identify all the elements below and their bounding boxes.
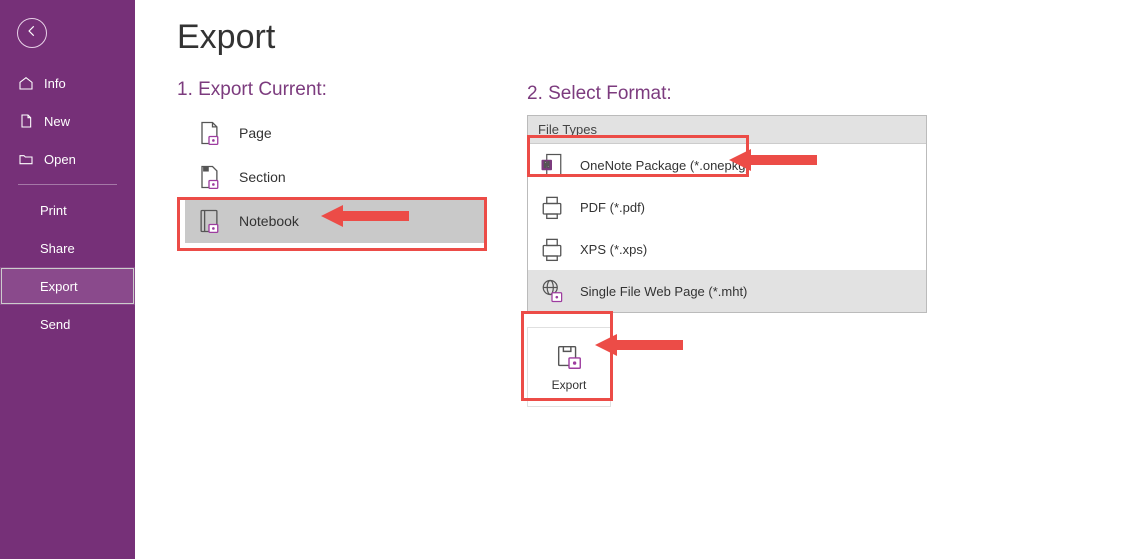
sidebar-item-label: Print	[40, 203, 67, 218]
new-icon	[18, 113, 34, 129]
export-icon	[554, 342, 584, 372]
sidebar-item-label: Export	[40, 279, 78, 294]
pdf-icon	[538, 193, 566, 221]
sidebar-item-export[interactable]: Export	[0, 267, 135, 305]
svg-text:N: N	[544, 161, 550, 170]
onenote-package-icon: N	[538, 151, 566, 179]
sidebar-item-send[interactable]: Send	[0, 305, 135, 343]
export-current-page[interactable]: Page	[185, 111, 487, 155]
sidebar-item-info[interactable]: Info	[0, 64, 135, 102]
export-current-heading: 1. Export Current:	[177, 79, 487, 101]
xps-icon	[538, 235, 566, 263]
sidebar-item-open[interactable]: Open	[0, 140, 135, 178]
export-item-label: Page	[239, 125, 272, 141]
sidebar-divider	[18, 184, 117, 185]
export-button[interactable]: Export	[527, 327, 611, 407]
format-label: PDF (*.pdf)	[580, 200, 645, 215]
export-button-label: Export	[552, 378, 587, 392]
format-label: XPS (*.xps)	[580, 242, 647, 257]
sidebar-item-share[interactable]: Share	[0, 229, 135, 267]
backstage-sidebar: Info New Open Print Share Export Send	[0, 0, 135, 559]
notebook-icon	[195, 207, 223, 235]
select-format-heading: 2. Select Format:	[527, 83, 927, 105]
file-types-label: File Types	[528, 116, 926, 144]
back-arrow-icon	[25, 24, 39, 43]
section-icon	[195, 163, 223, 191]
open-icon	[18, 151, 34, 167]
format-pdf[interactable]: PDF (*.pdf)	[528, 186, 926, 228]
export-current-section[interactable]: Section	[185, 155, 487, 199]
page-title: Export	[177, 18, 1108, 57]
back-button[interactable]	[17, 18, 47, 48]
format-mht[interactable]: Single File Web Page (*.mht)	[528, 270, 926, 312]
info-icon	[18, 75, 34, 91]
sidebar-item-label: New	[44, 114, 70, 129]
select-format-column: 2. Select Format: File Types N OneNote P…	[527, 83, 927, 407]
export-item-label: Section	[239, 169, 286, 185]
export-item-label: Notebook	[239, 213, 299, 229]
sidebar-item-label: Send	[40, 317, 70, 332]
export-current-notebook[interactable]: Notebook	[185, 199, 487, 243]
sidebar-item-print[interactable]: Print	[0, 191, 135, 229]
page-icon	[195, 119, 223, 147]
file-types-box: File Types N OneNote Package (*.onepkg) …	[527, 115, 927, 313]
format-onenote-package[interactable]: N OneNote Package (*.onepkg)	[528, 144, 926, 186]
sidebar-item-label: Info	[44, 76, 66, 91]
format-xps[interactable]: XPS (*.xps)	[528, 228, 926, 270]
format-label: OneNote Package (*.onepkg)	[580, 158, 750, 173]
export-current-column: 1. Export Current: Page Section	[177, 79, 487, 407]
sidebar-item-label: Open	[44, 152, 76, 167]
sidebar-item-new[interactable]: New	[0, 102, 135, 140]
sidebar-item-label: Share	[40, 241, 75, 256]
format-label: Single File Web Page (*.mht)	[580, 284, 747, 299]
mht-icon	[538, 277, 566, 305]
content-area: Export 1. Export Current: Page Section	[135, 0, 1138, 559]
